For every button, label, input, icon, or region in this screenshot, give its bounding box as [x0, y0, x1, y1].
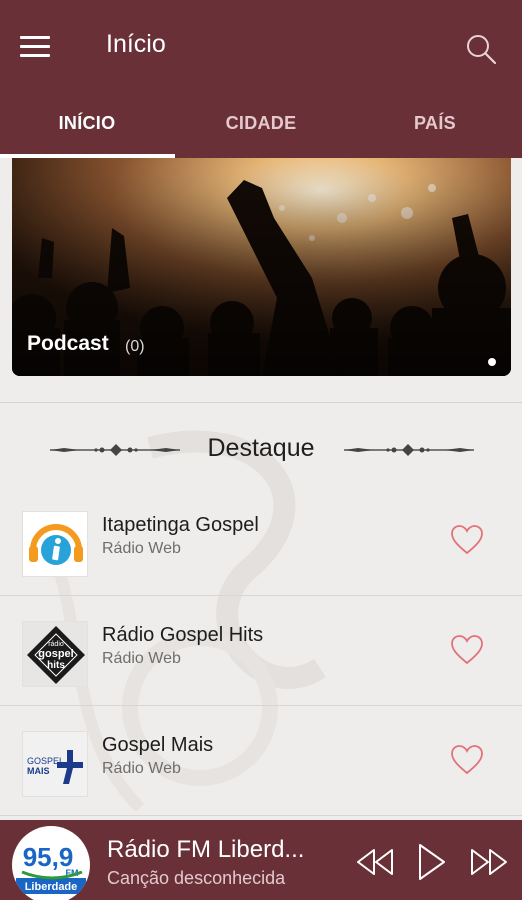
now-playing-bar[interactable]: 95,9 FM Liberdade Rádio FM Liberd... Can…	[0, 820, 522, 900]
gospel-mais-logo: GOSPEL MAIS	[22, 731, 88, 797]
heart-outline-icon[interactable]	[450, 634, 484, 666]
svg-text:Liberdade: Liberdade	[25, 881, 78, 893]
banner-count: (0)	[125, 338, 145, 355]
svg-text:hits: hits	[47, 660, 65, 671]
fast-forward-icon[interactable]	[469, 842, 509, 882]
tab-cidade[interactable]: CIDADE	[174, 91, 348, 158]
svg-text:rádio: rádio	[48, 641, 64, 648]
station-type: Rádio Web	[102, 650, 181, 667]
tab-inicio[interactable]: INÍCIO	[0, 91, 174, 158]
page-title: Início	[106, 30, 166, 58]
heart-outline-icon[interactable]	[450, 524, 484, 556]
station-type: Rádio Web	[102, 540, 181, 557]
app-bar: Início	[0, 0, 522, 91]
banner-title: Podcast	[27, 332, 109, 355]
list-item[interactable]: rádio gospel hits Rádio Gospel Hits Rádi…	[0, 596, 522, 706]
list-item[interactable]: GOSPEL MAIS Gospel Mais Rádio Web	[0, 706, 522, 816]
rewind-icon[interactable]	[355, 842, 395, 882]
svg-text:gospel: gospel	[38, 648, 73, 660]
station-name: Rádio Gospel Hits	[102, 624, 264, 646]
podcast-banner[interactable]: Podcast (0)	[12, 158, 511, 376]
heart-outline-icon[interactable]	[450, 744, 484, 776]
station-name: Itapetinga Gospel	[102, 514, 259, 536]
tab-pais[interactable]: PAÍS	[348, 91, 522, 158]
search-icon[interactable]	[464, 32, 498, 66]
gospel-hits-logo: rádio gospel hits	[22, 621, 88, 687]
tab-bar: INÍCIO CIDADE PAÍS	[0, 91, 522, 158]
play-icon[interactable]	[413, 842, 449, 882]
now-playing-station: Rádio FM Liberd...	[107, 836, 305, 863]
divider	[0, 815, 522, 816]
menu-icon[interactable]	[20, 36, 50, 58]
svg-text:MAIS: MAIS	[27, 766, 50, 776]
divider	[0, 402, 522, 403]
main-content[interactable]: Podcast (0) Destaque Itapetinga Gospel R…	[0, 158, 522, 820]
featured-heading: Destaque	[0, 430, 522, 470]
station-name: Gospel Mais	[102, 734, 214, 756]
carousel-dot[interactable]	[488, 358, 496, 366]
ornament-right-icon	[344, 444, 474, 456]
station-logo: 95,9 FM Liberdade	[12, 826, 90, 900]
itapetinga-logo	[22, 511, 88, 577]
station-type: Rádio Web	[102, 760, 181, 777]
list-item[interactable]: Itapetinga Gospel Rádio Web	[0, 486, 522, 596]
now-playing-song: Canção desconhecida	[107, 868, 286, 888]
